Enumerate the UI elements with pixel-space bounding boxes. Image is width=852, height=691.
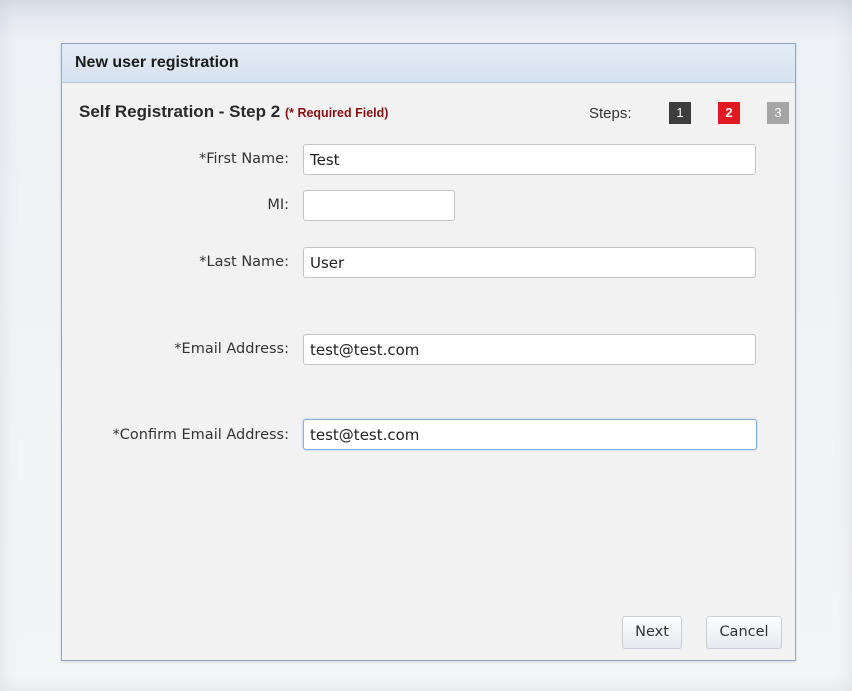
- required-field-note: (* Required Field): [284, 106, 389, 120]
- last-name-input[interactable]: [303, 247, 756, 278]
- steps-label: Steps:: [589, 105, 632, 122]
- step-title-text: Self Registration - Step 2: [79, 102, 281, 121]
- middle-initial-label: MI:: [267, 197, 289, 213]
- last-name-label: *Last Name:: [199, 254, 289, 270]
- step-indicator-1: 1: [669, 102, 691, 124]
- step-indicator-2-current: 2: [718, 102, 740, 124]
- email-label: *Email Address:: [174, 341, 289, 357]
- step-header: Self Registration - Step 2 (* Required F…: [79, 102, 789, 126]
- first-name-input[interactable]: [303, 144, 756, 175]
- step-indicator-3: 3: [767, 102, 789, 124]
- middle-initial-input[interactable]: [303, 190, 455, 221]
- dialog-title: New user registration: [75, 54, 239, 71]
- registration-dialog: New user registration Self Registration …: [61, 43, 796, 661]
- dialog-header: New user registration: [62, 44, 795, 83]
- email-input[interactable]: [303, 334, 756, 365]
- first-name-label: *First Name:: [198, 151, 289, 167]
- confirm-email-label: *Confirm Email Address:: [112, 427, 289, 443]
- next-button[interactable]: Next: [622, 616, 682, 649]
- step-title: Self Registration - Step 2 (* Required F…: [79, 102, 388, 122]
- confirm-email-input[interactable]: [303, 419, 757, 450]
- cancel-button[interactable]: Cancel: [706, 616, 782, 649]
